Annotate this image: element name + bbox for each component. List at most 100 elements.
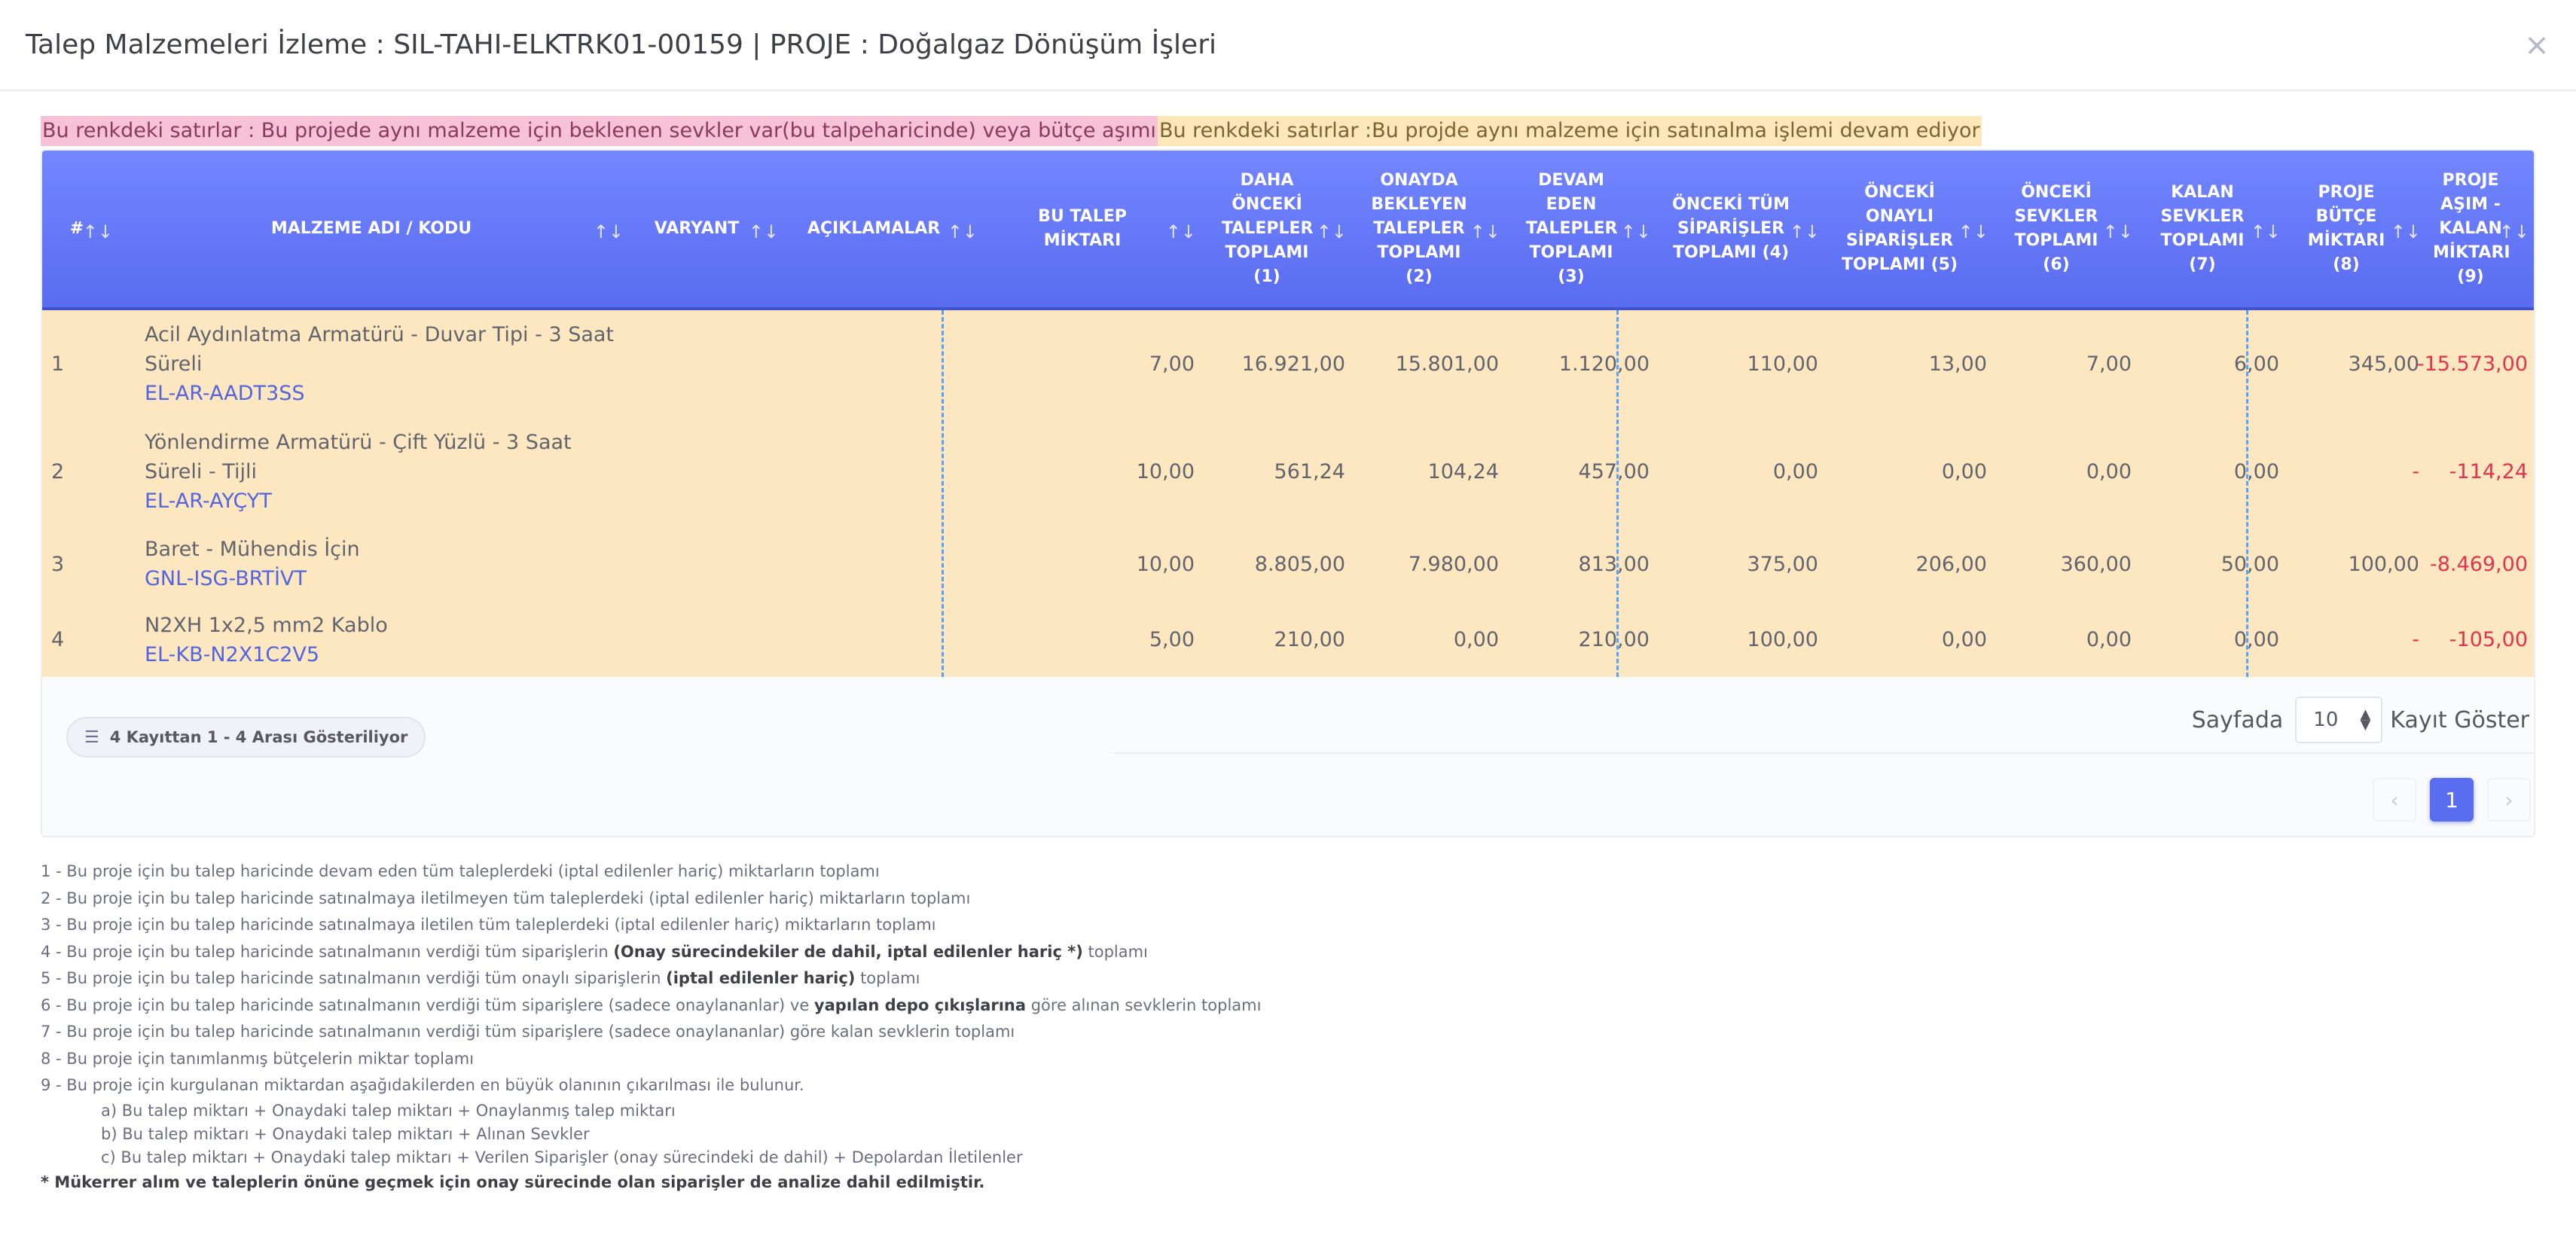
note-6: 6 - Bu proje için bu talep haricinde sat… <box>41 992 2451 1020</box>
col-header-pending[interactable]: ONAYDA BEKLEYEN TALEPLER TOPLAMI (2) ↑↓ <box>1354 151 1508 307</box>
col-header-variant-label: VARYANT <box>654 219 740 238</box>
sort-icon: ↑↓ <box>1165 221 1196 242</box>
prev-total-cell: 561,24 <box>1274 460 1345 483</box>
note-5: 5 - Bu proje için bu talep haricinde sat… <box>41 965 2451 992</box>
material-code[interactable]: EL-AR-AYÇYT <box>145 486 622 516</box>
overrun-cell: -114,24 <box>2449 460 2528 483</box>
table-footer: ☰ 4 Kayıttan 1 - 4 Arası Gösteriliyor Sa… <box>42 677 2534 836</box>
this-qty-cell: 5,00 <box>1149 628 1195 651</box>
sort-icon: ↑↓ <box>2390 221 2421 242</box>
prev-total-cell: 210,00 <box>1274 628 1345 651</box>
table-row[interactable]: 2 Yönlendirme Armatürü - Çift Yüzlü - 3 … <box>42 418 2534 526</box>
this-qty-cell: 10,00 <box>1136 552 1195 576</box>
note-4: 4 - Bu proje için bu talep haricinde sat… <box>41 939 2451 966</box>
row-number: 4 <box>51 628 65 651</box>
col-header-prev-total-label: DAHA ÖNCEKİ TALEPLER TOPLAMI (1) <box>1222 171 1314 286</box>
col-header-prev-total[interactable]: DAHA ÖNCEKİ TALEPLER TOPLAMI (1) ↑↓ <box>1204 151 1354 307</box>
note-9c: c) Bu talep miktarı + Onaydaki talep mik… <box>101 1148 1023 1166</box>
material-cell: N2XH 1x2,5 mm2 Kablo EL-KB-N2X1C2V5 <box>136 602 631 677</box>
sort-icon: ↑↓ <box>1470 221 1500 242</box>
footer-divider <box>1113 752 2534 754</box>
ongoing-cell: 813,00 <box>1578 552 1650 576</box>
col-header-overrun[interactable]: PROJE AŞIM - KALAN MİKTARI (9) ↑↓ <box>2428 151 2534 307</box>
page-size-select[interactable]: 10 ▲ ▼ <box>2295 697 2383 743</box>
material-cell: Baret - Mühendis İçin GNL-ISG-BRTİVT <box>136 526 631 602</box>
material-cell: Acil Aydınlatma Armatürü - Duvar Tipi - … <box>136 310 631 418</box>
material-code[interactable]: EL-AR-AADT3SS <box>145 379 622 408</box>
modal-title-prefix: Talep Malzemeleri İzleme : <box>26 29 394 60</box>
note-5-text: 5 - Bu proje için bu talep haricinde sat… <box>41 969 667 987</box>
sort-icon: ↑↓ <box>593 221 624 242</box>
prev-orders-cell: 0,00 <box>1772 460 1818 483</box>
note-5-suffix: toplamı <box>855 969 920 987</box>
page-size-value: 10 <box>2313 709 2339 731</box>
col-header-this-qty-label: BU TALEP MİKTARI <box>1038 207 1127 250</box>
sort-icon: ↑↓ <box>2498 221 2529 242</box>
col-header-no[interactable]: # ↑↓ <box>42 151 136 307</box>
overrun-cell: -105,00 <box>2449 628 2528 651</box>
row-number: 1 <box>51 352 65 376</box>
approved-orders-cell: 206,00 <box>1915 552 1987 576</box>
group-divider <box>2246 310 2248 677</box>
column-notes: 1 - Bu proje için bu talep haricinde dev… <box>41 858 2451 1196</box>
group-divider <box>1616 310 1619 677</box>
ongoing-cell: 1.120,00 <box>1558 352 1650 376</box>
sort-icon: ↑↓ <box>2102 221 2133 242</box>
col-header-approved-orders-label: ÖNCEKİ ONAYLI SİPARİŞLER TOPLAMI (5) <box>1841 183 1958 274</box>
remaining-cell: 0,00 <box>2233 628 2279 651</box>
col-header-this-qty[interactable]: BU TALEP MİKTARI ↑↓ <box>985 151 1204 307</box>
material-name: Yönlendirme Armatürü - Çift Yüzlü - 3 Sa… <box>145 431 572 483</box>
sort-icon: ↑↓ <box>2250 221 2281 242</box>
table-row[interactable]: 1 Acil Aydınlatma Armatürü - Duvar Tipi … <box>42 310 2534 418</box>
request-code: SIL-TAHI-ELKTRK01-00159 <box>393 29 743 60</box>
col-header-prev-shipments[interactable]: ÖNCEKİ SEVKLER TOPLAMI (6) ↑↓ <box>1996 151 2141 307</box>
sort-icon: ↑↓ <box>82 221 113 242</box>
color-legend: Bu renkdeki satırlar : Bu projede aynı m… <box>41 116 1982 146</box>
budget-cell: - <box>2412 628 2419 651</box>
budget-cell: 100,00 <box>2348 552 2419 576</box>
col-header-remaining-label: KALAN SEVKLER TOPLAMI (7) <box>2160 183 2245 274</box>
col-header-remaining[interactable]: KALAN SEVKLER TOPLAMI (7) ↑↓ <box>2141 151 2288 307</box>
col-header-approved-orders[interactable]: ÖNCEKİ ONAYLI SİPARİŞLER TOPLAMI (5) ↑↓ <box>1827 151 1996 307</box>
page-button-1[interactable]: 1 <box>2430 778 2474 822</box>
page-size-label: Sayfada <box>2191 706 2284 733</box>
pagination: ‹ 1 › <box>2373 778 2531 822</box>
approved-orders-cell: 13,00 <box>1928 352 1987 376</box>
material-name: Baret - Mühendis İçin <box>145 538 360 561</box>
table-row[interactable]: 4 N2XH 1x2,5 mm2 Kablo EL-KB-N2X1C2V5 5,0… <box>42 602 2534 677</box>
note-5-emphasis: (iptal edilenler hariç) <box>666 969 856 987</box>
col-header-description[interactable]: AÇIKLAMALAR ↑↓ <box>786 151 985 307</box>
note-2: 2 - Bu proje için bu talep haricinde sat… <box>41 889 971 907</box>
col-header-budget[interactable]: PROJE BÜTÇE MİKTARI (8) ↑↓ <box>2288 151 2428 307</box>
prev-shipments-cell: 7,00 <box>2086 352 2132 376</box>
sort-icon: ↑↓ <box>748 221 779 242</box>
close-icon[interactable]: × <box>2520 28 2553 62</box>
col-header-name[interactable]: MALZEME ADI / KODU ↑↓ <box>136 151 631 307</box>
prev-shipments-cell: 0,00 <box>2086 628 2132 651</box>
note-final: * Mükerrer alım ve taleplerin önüne geçm… <box>41 1172 985 1191</box>
chevron-right-icon[interactable]: › <box>2487 778 2531 822</box>
col-header-ongoing[interactable]: DEVAM EDEN TALEPLER TOPLAMI (3) ↑↓ <box>1508 151 1659 307</box>
table-row[interactable]: 3 Baret - Mühendis İçin GNL-ISG-BRTİVT 10… <box>42 526 2534 602</box>
chevron-left-icon[interactable]: ‹ <box>2373 778 2416 822</box>
material-name: Acil Aydınlatma Armatürü - Duvar Tipi - … <box>145 323 615 376</box>
remaining-cell: 6,00 <box>2233 352 2279 376</box>
prev-orders-cell: 375,00 <box>1747 552 1818 576</box>
budget-cell: 345,00 <box>2348 352 2419 376</box>
table-header: # ↑↓ MALZEME ADI / KODU ↑↓ VARYANT ↑↓ AÇIKL… <box>42 151 2534 310</box>
remaining-cell: 50,00 <box>2220 552 2279 576</box>
col-header-ongoing-label: DEVAM EDEN TALEPLER TOPLAMI (3) <box>1526 171 1618 286</box>
approved-orders-cell: 0,00 <box>1941 628 1987 651</box>
material-code[interactable]: GNL-ISG-BRTİVT <box>145 564 360 593</box>
col-header-variant[interactable]: VARYANT ↑↓ <box>631 151 786 307</box>
note-8: 8 - Bu proje için tanımlanmış bütçelerin… <box>41 1049 475 1068</box>
this-qty-cell: 10,00 <box>1136 460 1195 483</box>
col-header-overrun-label: PROJE AŞIM - KALAN MİKTARI (9) <box>2433 171 2510 286</box>
material-code[interactable]: EL-KB-N2X1C2V5 <box>145 640 388 669</box>
pending-cell: 15.801,00 <box>1395 352 1499 376</box>
group-divider <box>942 310 944 677</box>
prev-orders-cell: 110,00 <box>1747 352 1818 376</box>
col-header-prev-orders[interactable]: ÖNCEKİ TÜM SİPARİŞLER TOPLAMI (4) ↑↓ <box>1659 151 1827 307</box>
legend-pink: Bu renkdeki satırlar : Bu projede aynı m… <box>41 116 1158 146</box>
list-icon: ☰ <box>84 727 99 747</box>
